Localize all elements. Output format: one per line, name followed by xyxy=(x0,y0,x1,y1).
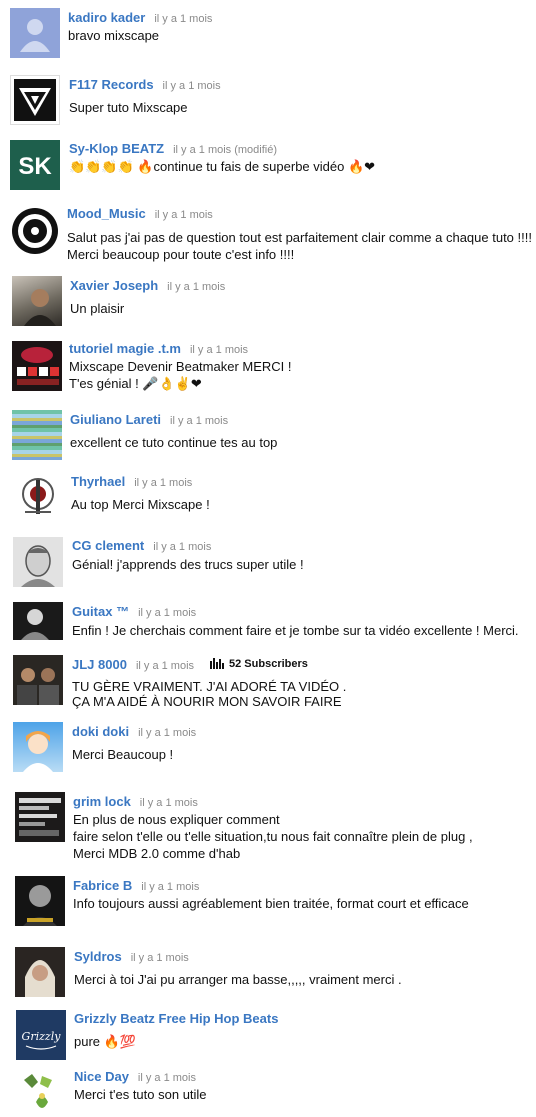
comment-time[interactable]: il y a 1 mois xyxy=(138,1072,196,1084)
comment-time[interactable]: il y a 1 mois xyxy=(153,541,211,553)
comment-author[interactable]: F117 Records xyxy=(69,77,154,92)
comment-author[interactable]: kadiro kader xyxy=(68,10,145,25)
comment-text: Info toujours aussi agréablement bien tr… xyxy=(73,896,469,911)
comment-time[interactable]: il y a 1 mois xyxy=(131,952,189,964)
comment-time[interactable]: il y a 1 mois xyxy=(134,477,192,489)
comment-author[interactable]: Grizzly Beatz Free Hip Hop Beats xyxy=(74,1011,278,1026)
comment-text: Merci Beaucoup ! xyxy=(72,747,174,762)
comment-time[interactable]: il y a 1 mois xyxy=(138,727,196,739)
cartoon-avatar-icon[interactable] xyxy=(16,1066,66,1116)
magic-cards-icon[interactable] xyxy=(12,341,62,391)
comment-text: Au top Merci Mixscape ! xyxy=(71,497,210,512)
comment-author[interactable]: tutoriel magie .t.m xyxy=(69,341,181,356)
comment-author[interactable]: Mood_Music xyxy=(67,206,146,221)
subscriber-badge: 52 Subscribers xyxy=(210,658,308,670)
comment-author[interactable]: JLJ 8000 xyxy=(72,657,127,672)
comment-text: pure 🔥💯 xyxy=(74,1034,137,1049)
comment-time[interactable]: il y a 1 mois xyxy=(154,13,212,25)
comment-author[interactable]: doki doki xyxy=(72,724,129,739)
duo-photo-icon[interactable] xyxy=(13,655,63,705)
poster-avatar-icon[interactable] xyxy=(15,792,65,842)
comment-text: Un plaisir xyxy=(70,301,125,316)
comment-time[interactable]: il y a 1 mois xyxy=(170,415,228,427)
comment-author[interactable]: Sy-Klop BEATZ xyxy=(69,141,164,156)
comment-text: excellent ce tuto continue tes au top xyxy=(70,435,278,450)
comment-text: Enfin ! Je cherchais comment faire et je… xyxy=(72,623,519,638)
comment-time[interactable]: il y a 1 mois (modifié) xyxy=(173,144,277,156)
skull-logo-icon[interactable] xyxy=(13,472,63,522)
comment-time[interactable]: il y a 1 mois xyxy=(190,344,248,356)
svg-text:Grizzly: Grizzly xyxy=(22,1030,62,1043)
comment-text: Merci t'es tuto son utile xyxy=(74,1087,207,1102)
glitch-avatar-icon[interactable] xyxy=(12,410,62,460)
comment-text-line: faire selon t'elle ou t'elle situation,t… xyxy=(73,829,473,844)
comment-time[interactable]: il y a 1 mois xyxy=(136,660,194,672)
comment-text-line: ÇA M'A AIDÉ À NOURIR MON SAVOIR FAIRE xyxy=(72,694,342,709)
comment-text-line: TU GÈRE VRAIMENT. J'AI ADORÉ TA VIDÉO . xyxy=(72,679,347,694)
svg-text:SK: SK xyxy=(18,153,52,180)
sk-logo-icon[interactable]: SK xyxy=(10,140,60,190)
dark-portrait-icon[interactable] xyxy=(15,876,65,926)
comment-text-line: Mixscape Devenir Beatmaker MERCI ! xyxy=(69,359,292,374)
photo-avatar-icon[interactable] xyxy=(12,276,62,326)
bar-chart-icon xyxy=(210,658,225,669)
comment-text: Merci à toi J'ai pu arranger ma basse,,,… xyxy=(74,972,402,987)
f117-logo-icon[interactable] xyxy=(10,75,60,125)
comment-time[interactable]: il y a 1 mois xyxy=(167,281,225,293)
anime-avatar-icon[interactable] xyxy=(13,722,63,772)
comment-text-line: Salut pas j'ai pas de question tout est … xyxy=(67,230,532,245)
comment-time[interactable]: il y a 1 mois xyxy=(140,797,198,809)
comment-author[interactable]: Giuliano Lareti xyxy=(70,412,161,427)
comment-text-line: Merci beaucoup pour toute c'est info !!!… xyxy=(67,247,295,262)
sketch-portrait-icon[interactable] xyxy=(13,537,63,587)
bw-portrait-icon[interactable] xyxy=(13,602,63,640)
blonde-portrait-icon[interactable] xyxy=(15,947,65,997)
grizzly-logo-icon[interactable]: Grizzly xyxy=(16,1010,66,1060)
comment-text: Génial! j'apprends des trucs super utile… xyxy=(72,557,304,572)
comment-text: bravo mixscape xyxy=(68,28,160,43)
vinyl-logo-icon[interactable] xyxy=(10,206,60,256)
comment-time[interactable]: il y a 1 mois xyxy=(163,80,221,92)
comment-author[interactable]: Syldros xyxy=(74,949,122,964)
comment-time[interactable]: il y a 1 mois xyxy=(155,209,213,221)
comment-author[interactable]: CG clement xyxy=(72,538,144,553)
comment-text-line: En plus de nous expliquer comment xyxy=(73,812,280,827)
comment-text: Super tuto Mixscape xyxy=(69,100,188,115)
comment-time[interactable]: il y a 1 mois xyxy=(138,607,196,619)
comment-author[interactable]: Xavier Joseph xyxy=(70,278,158,293)
comment-text-line: Merci MDB 2.0 comme d'hab xyxy=(73,846,241,861)
comment-author[interactable]: grim lock xyxy=(73,794,131,809)
comment-text: 👏👏👏👏 🔥continue tu fais de superbe vidéo … xyxy=(69,159,376,174)
comment-text-line: T'es génial ! 🎤👌✌❤ xyxy=(69,376,202,391)
comment-author[interactable]: Fabrice B xyxy=(73,878,132,893)
comment-author[interactable]: Guitax ™ xyxy=(72,604,129,619)
comment-time[interactable]: il y a 1 mois xyxy=(141,881,199,893)
default-user-icon[interactable] xyxy=(10,8,60,58)
comment-author[interactable]: Thyrhael xyxy=(71,474,125,489)
subscriber-count: 52 Subscribers xyxy=(229,657,308,670)
comment-author[interactable]: Nice Day xyxy=(74,1069,129,1084)
